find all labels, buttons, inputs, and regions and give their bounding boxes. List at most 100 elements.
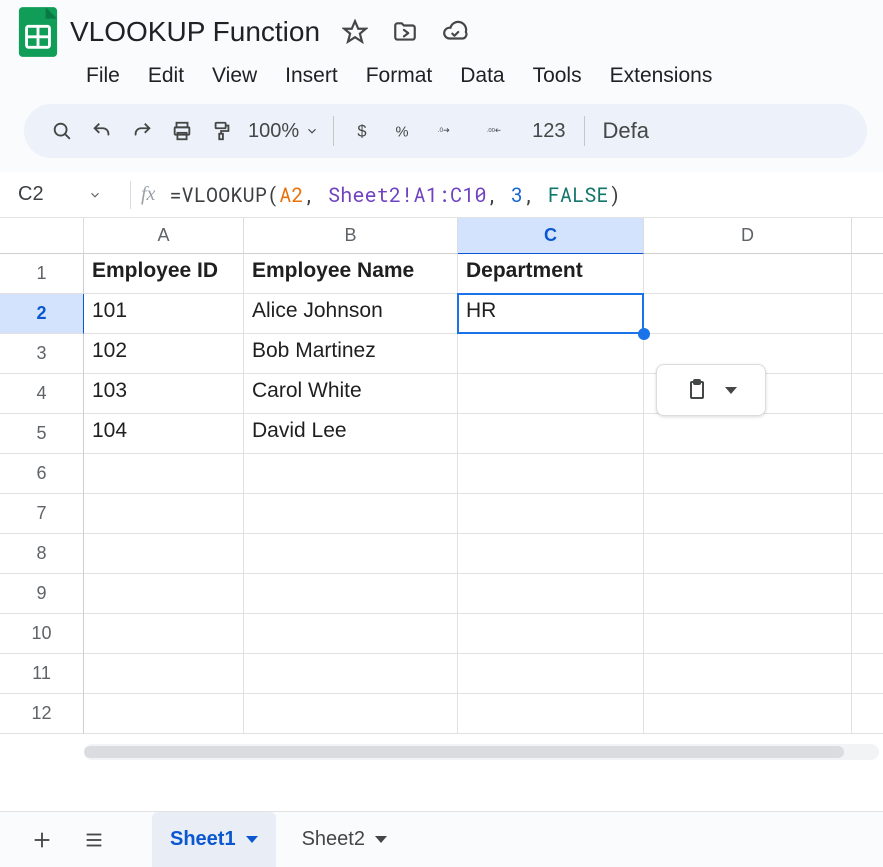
doc-title[interactable]: VLOOKUP Function — [70, 16, 320, 48]
cell-D7[interactable] — [644, 494, 852, 534]
cell-D6[interactable] — [644, 454, 852, 494]
cell-C9[interactable] — [458, 574, 644, 614]
row-header-4[interactable]: 4 — [0, 374, 84, 414]
cell-A5[interactable]: 104 — [84, 414, 244, 454]
menu-view[interactable]: View — [198, 60, 271, 92]
cell-E11[interactable] — [852, 654, 883, 694]
cell-E3[interactable] — [852, 334, 883, 374]
cell-E6[interactable] — [852, 454, 883, 494]
cell-B9[interactable] — [244, 574, 458, 614]
row-header-1[interactable]: 1 — [0, 254, 84, 294]
row-header-7[interactable]: 7 — [0, 494, 84, 534]
cloud-check-icon[interactable] — [442, 19, 468, 45]
hscroll-thumb[interactable] — [84, 746, 844, 758]
cell-A12[interactable] — [84, 694, 244, 734]
undo-icon[interactable] — [82, 111, 122, 151]
formula-bar[interactable]: =VLOOKUP(A2, Sheet2!A1:C10, 3, FALSE) — [169, 182, 621, 208]
cell-B5[interactable]: David Lee — [244, 414, 458, 454]
cell-B3[interactable]: Bob Martinez — [244, 334, 458, 374]
cell-D2[interactable] — [644, 294, 852, 334]
star-icon[interactable] — [342, 19, 368, 45]
cell-C7[interactable] — [458, 494, 644, 534]
menu-data[interactable]: Data — [446, 60, 518, 92]
col-header-B[interactable]: B — [244, 218, 458, 254]
row-header-5[interactable]: 5 — [0, 414, 84, 454]
cell-C6[interactable] — [458, 454, 644, 494]
select-all-corner[interactable] — [0, 218, 84, 254]
cell-B8[interactable] — [244, 534, 458, 574]
row-header-3[interactable]: 3 — [0, 334, 84, 374]
cell-A2[interactable]: 101 — [84, 294, 244, 334]
add-sheet-button[interactable] — [20, 818, 64, 862]
menu-tools[interactable]: Tools — [519, 60, 596, 92]
cell-E1[interactable] — [852, 254, 883, 294]
cell-E9[interactable] — [852, 574, 883, 614]
cell-D5[interactable] — [644, 414, 852, 454]
percent-icon[interactable]: % — [382, 111, 422, 151]
cell-A7[interactable] — [84, 494, 244, 534]
cell-E2[interactable] — [852, 294, 883, 334]
cell-A11[interactable] — [84, 654, 244, 694]
cell-E12[interactable] — [852, 694, 883, 734]
cell-D12[interactable] — [644, 694, 852, 734]
menu-insert[interactable]: Insert — [271, 60, 352, 92]
cell-C11[interactable] — [458, 654, 644, 694]
cell-A10[interactable] — [84, 614, 244, 654]
cell-B7[interactable] — [244, 494, 458, 534]
cell-C10[interactable] — [458, 614, 644, 654]
col-header-C[interactable]: C — [458, 218, 644, 254]
cell-D10[interactable] — [644, 614, 852, 654]
cell-A3[interactable]: 102 — [84, 334, 244, 374]
redo-icon[interactable] — [122, 111, 162, 151]
row-header-2[interactable]: 2 — [0, 294, 84, 334]
menu-file[interactable]: File — [72, 60, 134, 92]
increase-decimal-icon[interactable]: .00 — [470, 111, 522, 151]
row-header-6[interactable]: 6 — [0, 454, 84, 494]
cell-C3[interactable] — [458, 334, 644, 374]
print-icon[interactable] — [162, 111, 202, 151]
row-header-8[interactable]: 8 — [0, 534, 84, 574]
menu-extensions[interactable]: Extensions — [596, 60, 727, 92]
decrease-decimal-icon[interactable]: .0 — [422, 111, 470, 151]
cell-A9[interactable] — [84, 574, 244, 614]
cell-E10[interactable] — [852, 614, 883, 654]
cell-B1[interactable]: Employee Name — [244, 254, 458, 294]
cell-D11[interactable] — [644, 654, 852, 694]
row-header-12[interactable]: 12 — [0, 694, 84, 734]
col-header-A[interactable]: A — [84, 218, 244, 254]
cell-C2[interactable]: HR — [458, 294, 644, 334]
cell-A8[interactable] — [84, 534, 244, 574]
cell-D9[interactable] — [644, 574, 852, 614]
cell-C12[interactable] — [458, 694, 644, 734]
cell-C5[interactable] — [458, 414, 644, 454]
cell-E4[interactable] — [852, 374, 883, 414]
col-header-D[interactable]: D — [644, 218, 852, 254]
cell-C8[interactable] — [458, 534, 644, 574]
row-header-10[interactable]: 10 — [0, 614, 84, 654]
row-header-9[interactable]: 9 — [0, 574, 84, 614]
font-select[interactable]: Defa — [593, 118, 649, 144]
cell-E8[interactable] — [852, 534, 883, 574]
menu-edit[interactable]: Edit — [134, 60, 198, 92]
all-sheets-button[interactable] — [72, 818, 116, 862]
paint-format-icon[interactable] — [202, 111, 242, 151]
format-123-icon[interactable]: 123 — [522, 120, 575, 143]
sheet-tab-sheet1[interactable]: Sheet1 — [152, 812, 276, 867]
cell-A1[interactable]: Employee ID — [84, 254, 244, 294]
paste-options-chip[interactable] — [656, 364, 766, 416]
sheet-tab-sheet2[interactable]: Sheet2 — [284, 812, 405, 867]
cell-A4[interactable]: 103 — [84, 374, 244, 414]
cell-C1[interactable]: Department — [458, 254, 644, 294]
sheets-app-icon[interactable] — [16, 3, 60, 61]
cell-B2[interactable]: Alice Johnson — [244, 294, 458, 334]
cell-B11[interactable] — [244, 654, 458, 694]
cell-B4[interactable]: Carol White — [244, 374, 458, 414]
zoom-select[interactable]: 100% — [242, 120, 325, 143]
cell-D1[interactable] — [644, 254, 852, 294]
cell-D8[interactable] — [644, 534, 852, 574]
col-header-E[interactable] — [852, 218, 883, 254]
cell-A6[interactable] — [84, 454, 244, 494]
menu-format[interactable]: Format — [352, 60, 447, 92]
cell-E7[interactable] — [852, 494, 883, 534]
search-icon[interactable] — [42, 111, 82, 151]
